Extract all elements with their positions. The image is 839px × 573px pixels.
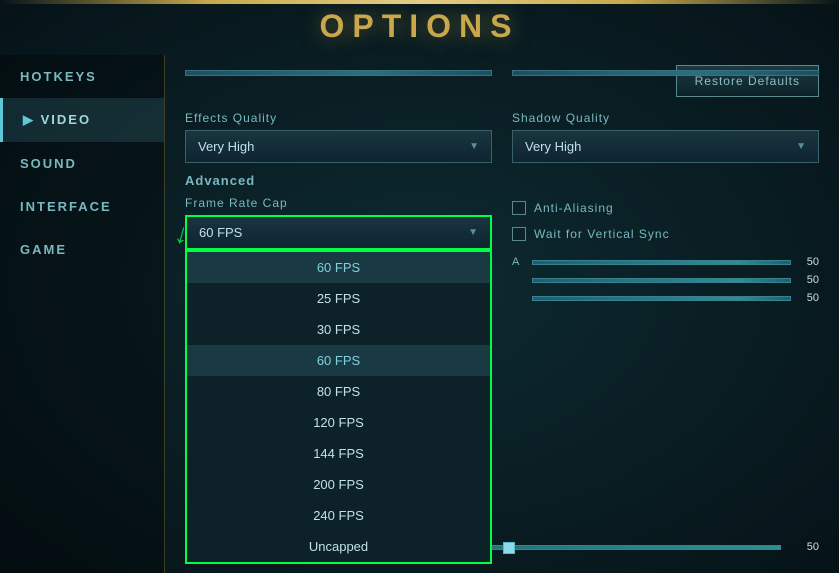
slider-row-3: 50 bbox=[512, 292, 819, 304]
sidebar-item-game[interactable]: GAME bbox=[0, 228, 164, 271]
color-contrast-thumb[interactable] bbox=[503, 542, 515, 554]
frame-rate-right: Anti-Aliasing Wait for Vertical Sync A 5… bbox=[512, 196, 819, 310]
sidebar-item-interface[interactable]: INTERFACE bbox=[0, 185, 164, 228]
anti-aliasing-label: Anti-Aliasing bbox=[534, 201, 614, 215]
slider-1-label: A bbox=[512, 256, 527, 268]
dropdown-item-144fps[interactable]: 144 FPS bbox=[187, 438, 490, 469]
page-title: OPTIONS bbox=[0, 8, 839, 45]
slider-3-track[interactable] bbox=[532, 296, 791, 301]
dropdown-item-30fps[interactable]: 30 FPS bbox=[187, 314, 490, 345]
effects-quality-value: Very High bbox=[198, 139, 254, 154]
top-border-decoration bbox=[0, 0, 839, 4]
top-slider-right-track[interactable] bbox=[512, 70, 819, 76]
slider-1-track[interactable] bbox=[532, 260, 791, 265]
dropdown-item-uncapped[interactable]: Uncapped bbox=[187, 531, 490, 562]
quality-row: Effects Quality Very High ▼ Shadow Quali… bbox=[185, 111, 819, 163]
anti-aliasing-checkbox[interactable] bbox=[512, 201, 526, 215]
sidebar-item-sound[interactable]: SOUND bbox=[0, 142, 164, 185]
dropdown-item-60fps-top[interactable]: 60 FPS bbox=[187, 252, 490, 283]
slider-2-track[interactable] bbox=[532, 278, 791, 283]
dropdown-item-60fps[interactable]: 60 FPS bbox=[187, 345, 490, 376]
slider-row-2: 50 bbox=[512, 274, 819, 286]
dropdown-item-120fps[interactable]: 120 FPS bbox=[187, 407, 490, 438]
top-sliders-row bbox=[185, 70, 819, 76]
frame-rate-arrow-icon: ▼ bbox=[468, 227, 478, 238]
sidebar-item-hotkeys[interactable]: HOTKEYS bbox=[0, 55, 164, 98]
slider-2-value: 50 bbox=[791, 274, 819, 286]
frame-rate-left: ↓ Frame Rate Cap 60 FPS ▼ 60 FPS 25 FPS … bbox=[185, 196, 492, 250]
anti-aliasing-checkbox-item[interactable]: Anti-Aliasing bbox=[512, 201, 819, 215]
vsync-checkbox-item[interactable]: Wait for Vertical Sync bbox=[512, 227, 819, 241]
top-slider-right bbox=[512, 70, 819, 76]
sidebar-item-video[interactable]: VIDEO bbox=[0, 98, 164, 142]
dropdown-item-240fps[interactable]: 240 FPS bbox=[187, 500, 490, 531]
main-content: Effects Quality Very High ▼ Shadow Quali… bbox=[165, 55, 839, 573]
shadow-quality-group: Shadow Quality Very High ▼ bbox=[512, 111, 819, 163]
advanced-section-label: Advanced bbox=[185, 173, 819, 188]
slider-row-1: A 50 bbox=[512, 256, 819, 268]
shadow-quality-select[interactable]: Very High ▼ bbox=[512, 130, 819, 163]
effects-quality-label: Effects Quality bbox=[185, 111, 492, 125]
shadow-quality-label: Shadow Quality bbox=[512, 111, 819, 125]
frame-rate-dropdown: 60 FPS 25 FPS 30 FPS 60 FPS 80 FPS 120 F… bbox=[185, 250, 492, 564]
effects-quality-select[interactable]: Very High ▼ bbox=[185, 130, 492, 163]
sidebar: HOTKEYS VIDEO SOUND INTERFACE GAME bbox=[0, 55, 165, 573]
effects-quality-arrow-icon: ▼ bbox=[469, 141, 479, 152]
shadow-quality-arrow-icon: ▼ bbox=[796, 141, 806, 152]
dropdown-item-25fps[interactable]: 25 FPS bbox=[187, 283, 490, 314]
dropdown-item-200fps[interactable]: 200 FPS bbox=[187, 469, 490, 500]
frame-rate-section: ↓ Frame Rate Cap 60 FPS ▼ 60 FPS 25 FPS … bbox=[185, 196, 819, 310]
dropdown-item-80fps[interactable]: 80 FPS bbox=[187, 376, 490, 407]
vsync-checkbox[interactable] bbox=[512, 227, 526, 241]
color-contrast-value: 50 bbox=[791, 541, 819, 553]
frame-rate-value: 60 FPS bbox=[199, 225, 242, 240]
effects-quality-group: Effects Quality Very High ▼ bbox=[185, 111, 492, 163]
slider-1-value: 50 bbox=[791, 256, 819, 268]
top-slider-left-track[interactable] bbox=[185, 70, 492, 76]
advanced-sliders: A 50 50 50 bbox=[512, 256, 819, 304]
frame-rate-label: Frame Rate Cap bbox=[185, 196, 492, 210]
frame-rate-select[interactable]: 60 FPS ▼ bbox=[185, 215, 492, 250]
checkbox-group: Anti-Aliasing Wait for Vertical Sync bbox=[512, 196, 819, 241]
slider-3-value: 50 bbox=[791, 292, 819, 304]
top-slider-left bbox=[185, 70, 492, 76]
shadow-quality-value: Very High bbox=[525, 139, 581, 154]
vsync-label: Wait for Vertical Sync bbox=[534, 227, 670, 241]
